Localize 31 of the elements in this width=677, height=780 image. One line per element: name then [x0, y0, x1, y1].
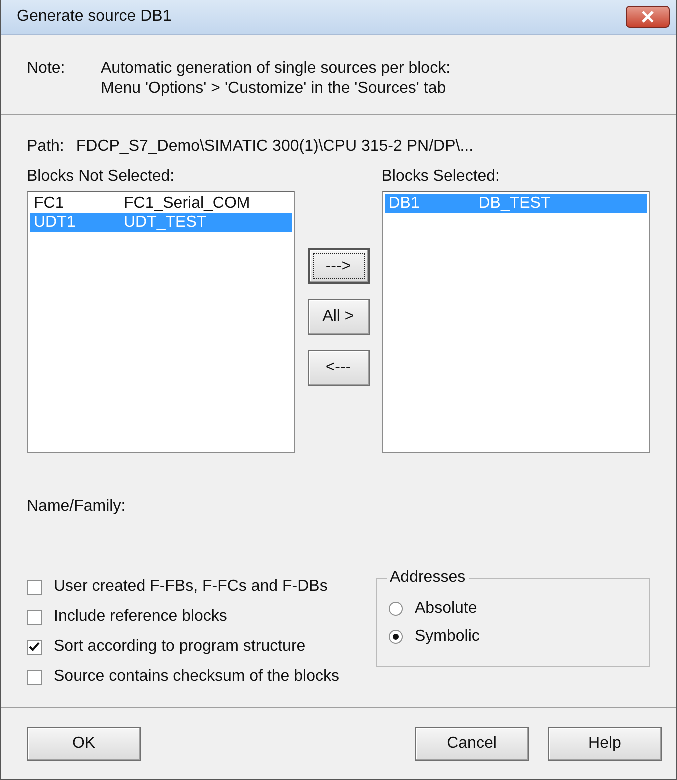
list-item[interactable]: FC1 FC1_Serial_COM — [30, 194, 292, 213]
note-text: Menu 'Options' > 'Customize' in the 'Sources' tab — [101, 79, 448, 99]
note-text: Automatic generation of single sources per block: — [101, 59, 451, 79]
checkbox[interactable] — [27, 670, 42, 684]
move-button[interactable]: ---> — [308, 248, 370, 284]
window-title: Generate source DB1 — [17, 8, 172, 26]
close-icon — [641, 11, 655, 23]
move-button[interactable]: All > — [308, 299, 370, 335]
checkbox[interactable] — [27, 610, 42, 624]
dialog-button[interactable]: OK — [27, 726, 141, 760]
close-button[interactable] — [626, 6, 670, 28]
list-label: Blocks Selected: — [382, 167, 501, 187]
group-title: Addresses — [389, 569, 467, 587]
dialog-button[interactable]: Cancel — [415, 726, 529, 760]
radio-label: Absolute — [415, 599, 478, 619]
radio-label: Symbolic — [415, 627, 480, 647]
name-family-label: Name/Family: — [27, 497, 127, 517]
checkbox-label: Source contains checksum of the blocks — [54, 667, 340, 687]
list-label: Blocks Not Selected: — [27, 167, 176, 187]
checkbox-label: User created F-FBs, F-FCs and F-DBs — [54, 577, 328, 597]
checkbox[interactable] — [27, 640, 42, 654]
path-value: FDCP_S7_Demo\SIMATIC 300(1)\CPU 315-2 PN/DP\... — [76, 137, 474, 157]
radio-button[interactable] — [389, 630, 403, 644]
note-label: Note: — [27, 59, 66, 79]
radio-button[interactable] — [389, 602, 403, 616]
checkbox[interactable] — [27, 580, 42, 594]
path-label: Path: — [27, 137, 64, 157]
move-button[interactable]: <--- — [308, 350, 370, 386]
checkbox-label: Sort according to program structure — [54, 637, 306, 657]
dialog-button[interactable]: Help — [548, 726, 662, 760]
checkbox-label: Include reference blocks — [54, 607, 228, 627]
